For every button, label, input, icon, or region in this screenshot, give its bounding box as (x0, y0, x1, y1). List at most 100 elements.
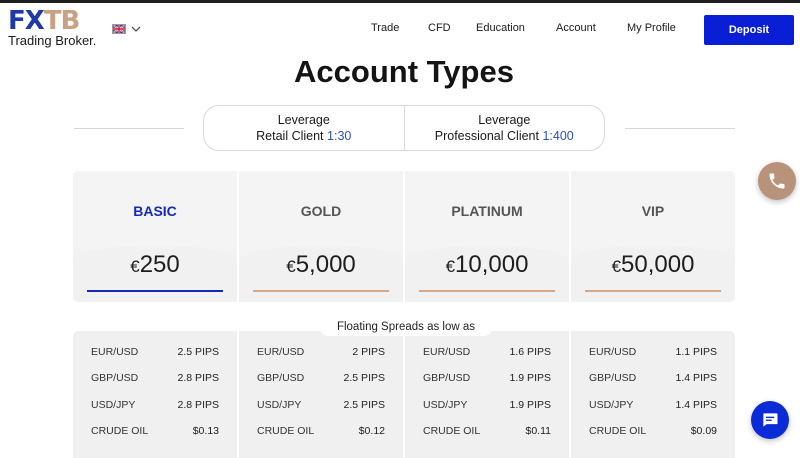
spreads-label: Floating Spreads as low as (320, 318, 492, 336)
leverage-professional-option[interactable]: Leverage Professional Client 1:400 (403, 106, 605, 150)
leverage-professional-line: Professional Client 1:400 (405, 128, 605, 144)
plan-card-basic[interactable]: BASIC €250 (73, 171, 237, 302)
spread-pair: GBP/USD (91, 372, 139, 384)
phone-icon (769, 173, 785, 189)
call-button[interactable] (758, 162, 796, 200)
spread-pair: USD/JPY (257, 399, 302, 411)
spread-row: CRUDE OIL $0.12 (239, 425, 403, 441)
plan-price: €10,000 (405, 251, 569, 279)
chat-icon (763, 413, 778, 427)
spread-row: EUR/USD 1.1 PIPS (571, 346, 735, 362)
spread-pair: CRUDE OIL (589, 425, 647, 437)
spread-row: USD/JPY 2.5 PIPS (239, 399, 403, 415)
spread-row: CRUDE OIL $0.13 (73, 425, 237, 441)
spread-value: 2.5 PIPS (177, 346, 219, 358)
leverage-divider-left (74, 128, 184, 129)
spread-row: USD/JPY 2.8 PIPS (73, 399, 237, 415)
spread-value: 2.5 PIPS (343, 399, 385, 411)
spreads-column-vip: EUR/USD 1.1 PIPS GBP/USD 1.4 PIPS USD/JPY 1… (569, 331, 735, 458)
page-title: Account Types (294, 54, 514, 89)
spread-row: CRUDE OIL $0.11 (405, 425, 569, 441)
spreads-column-gold: EUR/USD 2 PIPS GBP/USD 2.5 PIPS USD/JPY 2.5… (237, 331, 403, 458)
nav-trade[interactable]: Trade (371, 22, 399, 34)
plan-price: €250 (73, 251, 237, 279)
spread-value: 1.4 PIPS (675, 372, 717, 384)
plan-price: €5,000 (239, 251, 403, 279)
spread-pair: USD/JPY (423, 399, 468, 411)
spread-value: 2 PIPS (352, 346, 385, 358)
spread-row: GBP/USD 2.5 PIPS (239, 372, 403, 388)
plan-amount: 5,000 (295, 251, 356, 278)
spread-row: CRUDE OIL $0.09 (571, 425, 735, 441)
plan-amount: 50,000 (621, 251, 695, 278)
spread-value: 2.5 PIPS (343, 372, 385, 384)
spreads-column-platinum: EUR/USD 1.6 PIPS GBP/USD 1.9 PIPS USD/JPY 1… (403, 331, 569, 458)
spread-pair: USD/JPY (589, 399, 634, 411)
plan-amount: 10,000 (455, 251, 529, 278)
plan-currency: € (445, 257, 456, 276)
leverage-retail-option[interactable]: Leverage Retail Client 1:30 (204, 106, 404, 150)
plan-underline (419, 290, 555, 292)
nav-my-profile[interactable]: My Profile (627, 22, 676, 34)
plan-currency: € (611, 257, 622, 276)
spread-value: $0.09 (690, 425, 717, 437)
nav-education[interactable]: Education (476, 22, 525, 34)
leverage-toggle: Leverage Retail Client 1:30 Leverage Pro… (203, 105, 605, 151)
deposit-button[interactable]: Deposit (704, 15, 794, 45)
spread-pair: EUR/USD (257, 346, 305, 358)
plan-name: GOLD (300, 203, 342, 219)
plan-underline (253, 290, 389, 292)
spread-value: 1.9 PIPS (509, 399, 551, 411)
plan-card-platinum[interactable]: PLATINUM €10,000 (403, 171, 569, 302)
leverage-professional-value: 1:400 (542, 129, 574, 143)
plan-name: VIP (641, 203, 665, 219)
spread-row: GBP/USD 1.9 PIPS (405, 372, 569, 388)
chat-button[interactable] (751, 401, 789, 439)
nav-account[interactable]: Account (556, 22, 596, 34)
spread-value: 1.1 PIPS (675, 346, 717, 358)
spread-pair: EUR/USD (589, 346, 637, 358)
main-nav: Trade CFD Education Account My Profile (0, 22, 800, 40)
spread-row: USD/JPY 1.4 PIPS (571, 399, 735, 415)
leverage-divider-right (625, 128, 735, 129)
plan-price: €50,000 (571, 251, 735, 279)
leverage-retail-value: 1:30 (327, 129, 352, 143)
spread-pair: EUR/USD (423, 346, 471, 358)
spread-row: GBP/USD 1.4 PIPS (571, 372, 735, 388)
spread-pair: GBP/USD (257, 372, 305, 384)
leverage-retail-client: Retail Client (256, 129, 324, 143)
spread-pair: CRUDE OIL (91, 425, 149, 437)
spread-value: 1.6 PIPS (509, 346, 551, 358)
spread-pair: GBP/USD (589, 372, 637, 384)
leverage-professional-label: Leverage (478, 113, 531, 127)
spread-pair: GBP/USD (423, 372, 471, 384)
account-plans: BASIC €250 GOLD €5,000 PLATINUM €10,000 … (73, 171, 735, 302)
top-border (0, 0, 800, 3)
leverage-professional-client: Professional Client (434, 129, 539, 143)
plan-card-vip[interactable]: VIP €50,000 (569, 171, 735, 302)
nav-cfd[interactable]: CFD (428, 22, 451, 34)
spread-value: 1.4 PIPS (675, 399, 717, 411)
plan-card-gold[interactable]: GOLD €5,000 (237, 171, 403, 302)
leverage-retail-line: Retail Client 1:30 (204, 128, 404, 144)
spreads-table: EUR/USD 2.5 PIPS GBP/USD 2.8 PIPS USD/JPY 2… (73, 331, 735, 458)
spread-row: GBP/USD 2.8 PIPS (73, 372, 237, 388)
spread-pair: CRUDE OIL (423, 425, 481, 437)
spread-pair: EUR/USD (91, 346, 139, 358)
spread-value: 2.8 PIPS (177, 399, 219, 411)
plan-currency: € (286, 257, 296, 276)
spread-row: EUR/USD 1.6 PIPS (405, 346, 569, 362)
spread-value: $0.11 (525, 425, 552, 437)
plan-amount: 250 (139, 251, 180, 278)
spread-pair: CRUDE OIL (257, 425, 315, 437)
plan-name: PLATINUM (451, 203, 523, 219)
spread-pair: USD/JPY (91, 399, 136, 411)
spread-row: EUR/USD 2.5 PIPS (73, 346, 237, 362)
spread-value: 2.8 PIPS (177, 372, 219, 384)
spread-value: 1.9 PIPS (509, 372, 551, 384)
spread-row: EUR/USD 2 PIPS (239, 346, 403, 362)
spread-row: USD/JPY 1.9 PIPS (405, 399, 569, 415)
plan-underline (87, 290, 223, 292)
leverage-retail-label: Leverage (277, 113, 330, 127)
plan-currency: € (130, 257, 140, 276)
